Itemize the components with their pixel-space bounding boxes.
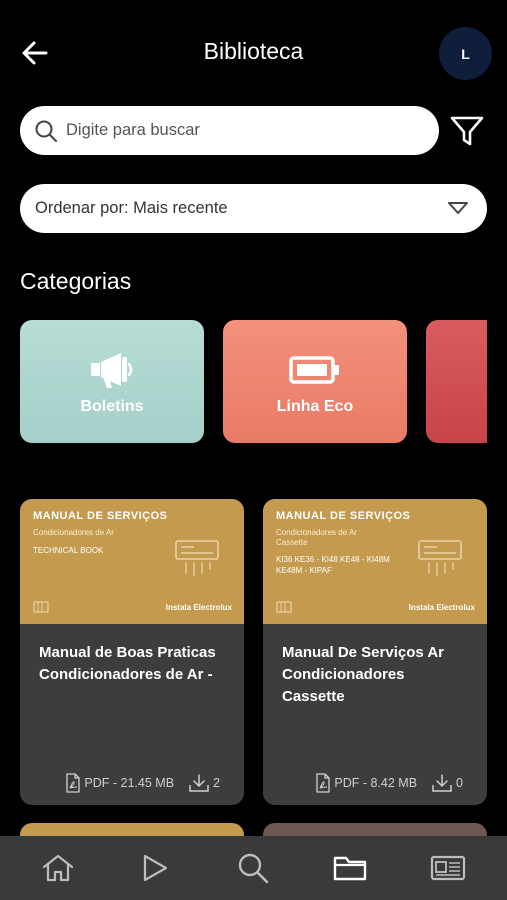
air-conditioner-icon (175, 540, 219, 576)
book-icon (33, 601, 49, 613)
sort-dropdown[interactable]: Ordenar por: Mais recente (20, 184, 487, 233)
pdf-icon (66, 773, 81, 793)
folder-icon (333, 856, 367, 881)
cover-brand: Instala Electrolux (165, 603, 232, 612)
avatar[interactable]: L (439, 27, 492, 80)
search-icon (35, 120, 57, 142)
file-info: PDF - 8.42 MB (334, 776, 418, 790)
air-conditioner-icon (418, 540, 462, 576)
download-count: 2 (213, 776, 220, 790)
home-icon (42, 854, 74, 882)
book-icon (276, 601, 292, 613)
cover-title: MANUAL DE SERVIÇOS (33, 510, 168, 522)
nav-home[interactable] (28, 836, 88, 900)
chevron-down-icon (448, 202, 468, 214)
category-label: Boletins (80, 397, 144, 415)
nav-play[interactable] (125, 836, 185, 900)
download-count: 0 (456, 776, 463, 790)
category-card-boletins[interactable]: Boletins (20, 320, 204, 443)
cover-title: MANUAL DE SERVIÇOS (276, 510, 411, 522)
categories-carousel[interactable]: Boletins Linha Eco (20, 320, 487, 444)
categories-heading: Categorias (20, 268, 132, 294)
cover-extra: KI36 KE36 - KI48 KE48 - KI48M KE48M - KI… (276, 554, 390, 575)
category-label: Linha Eco (276, 397, 354, 415)
nav-search[interactable] (223, 836, 283, 900)
download-icon[interactable] (431, 773, 453, 793)
app-header: Biblioteca L (0, 0, 507, 106)
search-bar[interactable] (20, 106, 439, 155)
page-title: Biblioteca (203, 38, 304, 64)
download-icon[interactable] (188, 773, 210, 793)
document-meta: PDF - 21.45 MB 2 (20, 773, 244, 793)
cover-extra: TECHNICAL BOOK (33, 546, 104, 555)
document-cover: MANUAL DE SERVIÇOS Condicionadores de Ar… (263, 499, 487, 624)
megaphone-icon (89, 348, 135, 392)
category-card-partial[interactable] (426, 320, 487, 443)
document-card[interactable]: MANUAL DE SERVIÇOS Condicionadores de Ar… (263, 499, 487, 805)
bottom-navigation (0, 836, 507, 900)
filter-icon[interactable] (449, 114, 485, 148)
cover-brand: Instala Electrolux (408, 603, 475, 612)
document-meta: PDF - 8.42 MB 0 (263, 773, 487, 793)
cover-subtitle: Condicionadores de Ar (33, 528, 114, 537)
search-icon (238, 853, 269, 884)
document-card[interactable]: MANUAL DE SERVIÇOS Condicionadores de Ar… (20, 499, 244, 805)
nav-news[interactable] (418, 836, 478, 900)
document-cover: MANUAL DE SERVIÇOS Condicionadores de Ar… (20, 499, 244, 624)
play-icon (143, 854, 168, 882)
document-title: Manual De Serviços Ar Condicionadores Ca… (282, 644, 445, 705)
news-icon (430, 855, 466, 881)
file-info: PDF - 21.45 MB (84, 776, 175, 790)
cover-subtitle: Condicionadores de Ar Cassette (276, 528, 357, 548)
sort-label: Ordenar por: Mais recente (35, 199, 228, 217)
category-card-linha-eco[interactable]: Linha Eco (223, 320, 407, 443)
battery-icon (289, 348, 341, 392)
nav-library[interactable] (320, 836, 380, 900)
document-title: Manual de Boas Praticas Condicionadores … (39, 644, 216, 683)
search-input[interactable] (66, 121, 396, 140)
pdf-icon (316, 773, 331, 793)
